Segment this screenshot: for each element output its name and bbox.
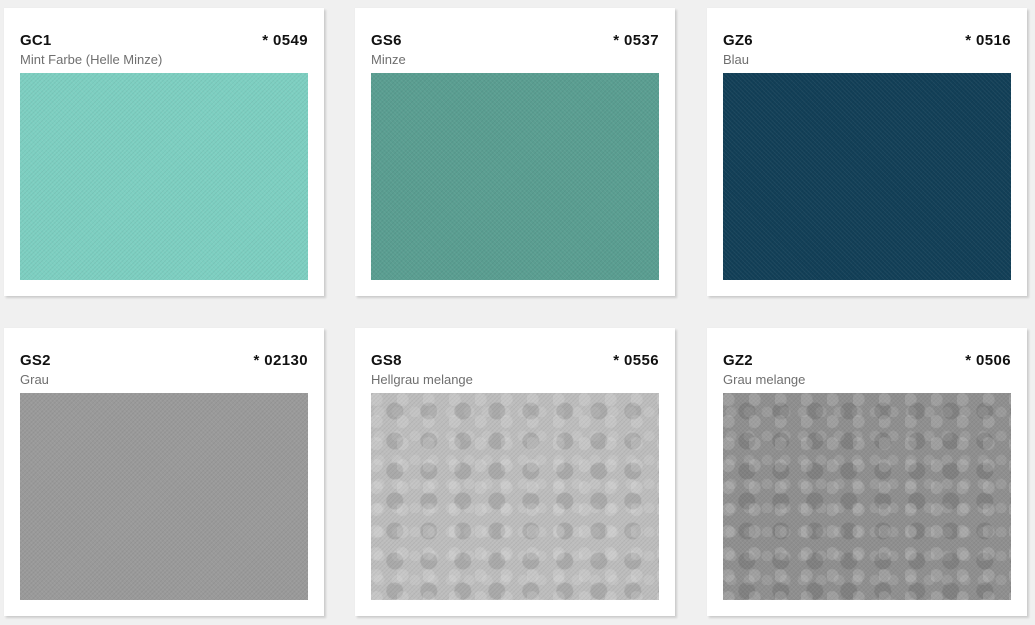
swatch-card-header: GC1 * 0549 Mint Farbe (Helle Minze) [20, 22, 308, 70]
swatch-color-sample[interactable] [20, 73, 308, 280]
swatch-number: * 0537 [613, 32, 659, 49]
swatch-card-gz2[interactable]: GZ2 * 0506 Grau melange [707, 328, 1027, 616]
swatch-name: Grau melange [723, 372, 806, 387]
swatch-color-sample[interactable] [723, 393, 1011, 600]
swatch-name: Grau [20, 372, 49, 387]
swatch-code: GC1 [20, 32, 52, 49]
swatch-code: GS6 [371, 32, 402, 49]
swatch-grid: GC1 * 0549 Mint Farbe (Helle Minze) GS6 … [0, 0, 1035, 625]
swatch-number: * 0556 [613, 352, 659, 369]
swatch-code: GZ2 [723, 352, 753, 369]
swatch-name: Minze [371, 52, 406, 67]
swatch-number: * 0506 [965, 352, 1011, 369]
swatch-code: GZ6 [723, 32, 753, 49]
swatch-name: Blau [723, 52, 750, 67]
swatch-card-gz6[interactable]: GZ6 * 0516 Blau [707, 8, 1027, 296]
swatch-number: * 02130 [253, 352, 308, 369]
swatch-card-gs8[interactable]: GS8 * 0556 Hellgrau melange [355, 328, 675, 616]
swatch-card-gc1[interactable]: GC1 * 0549 Mint Farbe (Helle Minze) [4, 8, 324, 296]
swatch-card-gs2[interactable]: GS2 * 02130 Grau [4, 328, 324, 616]
swatch-number: * 0516 [965, 32, 1011, 49]
swatch-card-header: GS2 * 02130 Grau [20, 342, 308, 390]
swatch-card-header: GS8 * 0556 Hellgrau melange [371, 342, 659, 390]
swatch-card-header: GS6 * 0537 Minze [371, 22, 659, 70]
swatch-color-sample[interactable] [371, 393, 659, 600]
swatch-color-sample[interactable] [371, 73, 659, 280]
swatch-card-gs6[interactable]: GS6 * 0537 Minze [355, 8, 675, 296]
swatch-color-sample[interactable] [723, 73, 1011, 280]
swatch-name: Mint Farbe (Helle Minze) [20, 52, 163, 67]
swatch-name: Hellgrau melange [371, 372, 473, 387]
swatch-code: GS2 [20, 352, 51, 369]
swatch-card-header: GZ6 * 0516 Blau [723, 22, 1011, 70]
swatch-code: GS8 [371, 352, 402, 369]
swatch-color-sample[interactable] [20, 393, 308, 600]
swatch-number: * 0549 [262, 32, 308, 49]
swatch-card-header: GZ2 * 0506 Grau melange [723, 342, 1011, 390]
